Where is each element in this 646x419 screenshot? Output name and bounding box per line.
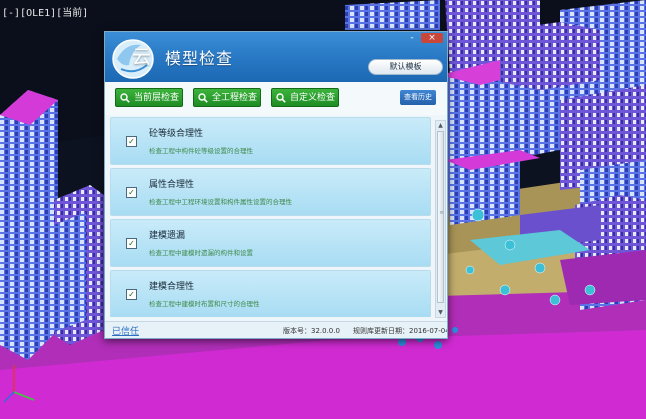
check-item-title: 建模遗漏 <box>149 231 186 241</box>
checkbox[interactable]: ✓ <box>126 187 137 198</box>
custom-check-label: 自定义检查 <box>290 93 336 103</box>
current-floor-check-button[interactable]: 当前层检查 <box>115 88 183 107</box>
check-toolbar: 当前层检查 全工程检查 自定义检查 查看历史 <box>105 82 447 115</box>
magnifier-icon <box>198 93 208 103</box>
default-template-button[interactable]: 默认模板 <box>368 59 443 75</box>
scroll-thumb[interactable]: ≡ <box>437 131 444 303</box>
custom-check-button[interactable]: 自定义检查 <box>271 88 339 107</box>
full-project-check-button[interactable]: 全工程检查 <box>193 88 261 107</box>
checkbox[interactable]: ✓ <box>126 238 137 249</box>
check-item-description: 检查工程中构件砼等级设置的合理性 <box>149 147 253 155</box>
check-item-modeling-omission[interactable]: ✓ 建模遗漏 检查工程中建模时遗漏的构件和设置 <box>110 219 431 267</box>
current-floor-check-label: 当前层检查 <box>134 93 180 103</box>
check-item-title: 属性合理性 <box>149 180 195 190</box>
view-history-button[interactable]: 查看历史 <box>400 90 436 105</box>
scroll-down-icon[interactable]: ▼ <box>436 308 445 317</box>
magnifier-icon <box>120 93 130 103</box>
scroll-up-icon[interactable]: ▲ <box>436 121 445 130</box>
check-item-attribute[interactable]: ✓ 属性合理性 检查工程中工程环境设置和构件属性设置的合理性 <box>110 168 431 216</box>
check-item-modeling-reasonableness[interactable]: ✓ 建模合理性 检查工程中建模时布置和尺寸的合理性 <box>110 270 431 317</box>
minimize-button[interactable]: - <box>405 33 419 43</box>
magnifier-icon <box>276 93 286 103</box>
list-scrollbar[interactable]: ▲ ≡ ▼ <box>435 120 446 318</box>
version-text: 版本号：32.0.0.0 <box>283 327 340 335</box>
trusted-link[interactable]: 已信任 <box>112 324 139 337</box>
close-button[interactable]: × <box>421 33 443 43</box>
check-item-title: 建模合理性 <box>149 282 195 292</box>
checkbox[interactable]: ✓ <box>126 136 137 147</box>
checkbox[interactable]: ✓ <box>126 289 137 300</box>
viewport-label[interactable]: [-][OLE1][当前] <box>2 4 88 19</box>
logo-glyph: 云 <box>132 46 152 68</box>
check-item-description: 检查工程中工程环境设置和构件属性设置的合理性 <box>149 198 292 206</box>
dialog-header: 云 模型检查 - × 默认模板 <box>105 32 447 82</box>
check-item-description: 检查工程中建模时布置和尺寸的合理性 <box>149 300 260 308</box>
check-item-description: 检查工程中建模时遗漏的构件和设置 <box>149 249 253 257</box>
check-rule-list[interactable]: ✓ 砼等级合理性 检查工程中构件砼等级设置的合理性 ✓ 属性合理性 检查工程中工… <box>108 117 432 317</box>
rule-update-date: 规则库更新日期：2016-07-04 <box>353 327 448 335</box>
dialog-footer: 已信任 版本号：32.0.0.0 规则库更新日期：2016-07-04 <box>105 321 448 338</box>
check-item-title: 砼等级合理性 <box>149 129 204 139</box>
check-item-concrete-grade[interactable]: ✓ 砼等级合理性 检查工程中构件砼等级设置的合理性 <box>110 117 431 165</box>
model-check-dialog: 云 模型检查 - × 默认模板 当前层检查 全工程检查 自定义检查 查看历史 ✓… <box>104 31 448 339</box>
grip-icon: ≡ <box>439 210 444 216</box>
full-project-check-label: 全工程检查 <box>212 93 258 103</box>
dialog-title: 模型检查 <box>165 49 234 68</box>
